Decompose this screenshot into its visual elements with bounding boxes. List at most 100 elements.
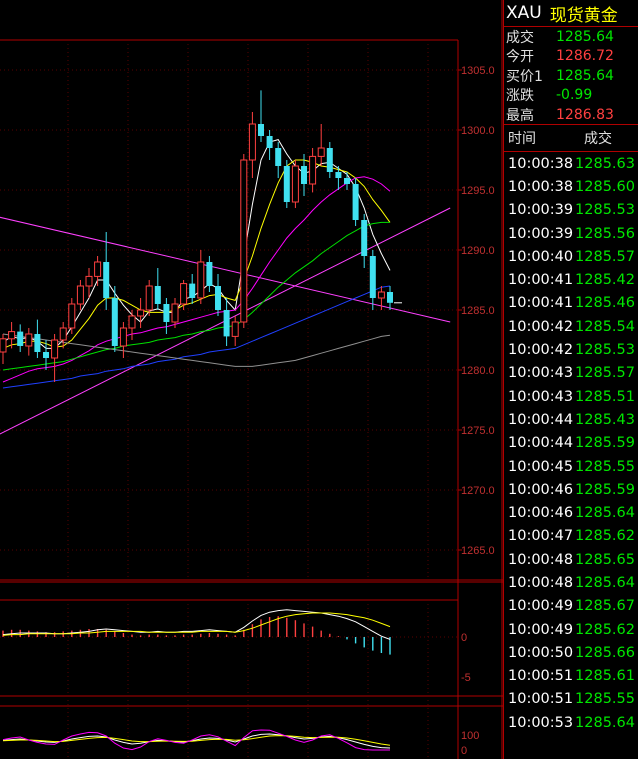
candle-body (111, 298, 118, 346)
candle-body (119, 327, 127, 347)
candle-body (335, 172, 342, 178)
tick-row[interactable]: 10:00:42 1285.54 (504, 315, 638, 338)
tick-row[interactable]: 10:00:51 1285.55 (504, 688, 638, 711)
tick-row[interactable]: 10:00:43 1285.57 (504, 362, 638, 385)
candle-body (25, 333, 33, 347)
candle-body (248, 123, 256, 161)
quote-value: 1286.83 (556, 106, 614, 123)
candle-body (301, 166, 307, 184)
quote-row: 涨跌 -0.99 (504, 86, 638, 106)
quote-row: 买价1 1285.64 (504, 66, 638, 86)
tick-time: 10:00:42 (508, 342, 574, 359)
candle-body (231, 321, 239, 337)
tick-price: 1285.53 (575, 342, 635, 359)
tick-row[interactable]: 10:00:44 1285.43 (504, 408, 638, 431)
candle-body (344, 178, 350, 184)
candle-body (206, 262, 213, 286)
candle-body (275, 148, 282, 166)
candle-body (223, 310, 230, 337)
tick-row[interactable]: 10:00:43 1285.51 (504, 385, 638, 408)
moving-average-line (2, 176, 391, 383)
tick-row[interactable]: 10:00:47 1285.62 (504, 525, 638, 548)
kdj-panel[interactable] (2, 729, 391, 751)
tick-row[interactable]: 10:00:50 1285.66 (504, 641, 638, 664)
candlestick-panel[interactable]: 1303.33 (0, 78, 451, 454)
tick-price: 1285.54 (575, 318, 635, 335)
candle-body (197, 261, 205, 299)
tick-time: 10:00:51 (508, 691, 574, 708)
candle-body (189, 283, 196, 298)
candle-body (361, 220, 368, 256)
tick-time: 10:00:38 (508, 178, 574, 195)
candle-body (8, 331, 16, 340)
tick-time: 10:00:38 (508, 155, 574, 172)
tick-time: 10:00:51 (508, 668, 574, 685)
macd-panel[interactable] (0, 609, 458, 655)
tick-row[interactable]: 10:00:41 1285.42 (504, 268, 638, 291)
kdj-tick-label: 100 (461, 730, 479, 742)
tick-list[interactable]: 10:00:38 1285.63 10:00:38 1285.60 10:00:39 12… (504, 152, 638, 734)
tick-row[interactable]: 10:00:42 1285.53 (504, 338, 638, 361)
tick-row[interactable]: 10:00:40 1285.57 (504, 245, 638, 268)
tick-price: 1285.51 (575, 388, 635, 405)
quote-row: 最高 1286.83 (504, 105, 638, 124)
tick-time: 10:00:40 (508, 248, 574, 265)
macd-line (2, 612, 391, 636)
candle-body (163, 304, 170, 322)
symbol-header: XAU 现货黄金 (504, 0, 638, 27)
candle-body (215, 286, 221, 310)
tick-row[interactable]: 10:00:53 1285.64 (504, 711, 638, 734)
tick-time: 10:00:39 (508, 202, 574, 219)
tick-row[interactable]: 10:00:38 1285.63 (504, 152, 638, 175)
tick-price: 1285.64 (575, 714, 635, 731)
tick-time: 10:00:49 (508, 598, 574, 615)
tick-row[interactable]: 10:00:44 1285.59 (504, 432, 638, 455)
tick-row[interactable]: 10:00:38 1285.60 (504, 175, 638, 198)
quote-value: 1285.64 (556, 28, 614, 45)
quote-sidebar: XAU 现货黄金 成交 1285.64 今开 1286.72 买价1 1285.64 涨跌 -… (503, 0, 638, 759)
chart-canvas[interactable]: 1303.33 1265.01270.01275.01280.01285.012… (0, 0, 503, 759)
tick-price: 1285.55 (575, 691, 635, 708)
candle-body (94, 261, 102, 277)
candle-body (326, 148, 333, 172)
tick-row[interactable]: 10:00:51 1285.61 (504, 665, 638, 688)
tick-price: 1285.59 (575, 481, 635, 498)
tick-time: 10:00:45 (508, 458, 574, 475)
symbol-name: 现货黄金 (549, 5, 618, 26)
tick-row[interactable]: 10:00:45 1285.55 (504, 455, 638, 478)
candle-body (180, 283, 188, 305)
candle-body (137, 309, 145, 317)
tick-row[interactable]: 10:00:48 1285.64 (504, 571, 638, 594)
tick-row[interactable]: 10:00:49 1285.62 (504, 618, 638, 641)
tick-time: 10:00:44 (508, 435, 574, 452)
tick-row[interactable]: 10:00:48 1285.65 (504, 548, 638, 571)
tick-time: 10:00:53 (508, 714, 574, 731)
tick-time: 10:00:49 (508, 621, 574, 638)
y-tick-label: 1285.0 (461, 305, 495, 317)
tick-row[interactable]: 10:00:39 1285.56 (504, 222, 638, 245)
macd-tick-label: 0 (461, 632, 467, 644)
y-tick-label: 1300.0 (461, 125, 495, 137)
tick-time: 10:00:48 (508, 551, 574, 568)
tick-price: 1285.57 (575, 365, 635, 382)
tick-row[interactable]: 10:00:49 1285.67 (504, 595, 638, 618)
tick-time: 10:00:43 (508, 388, 574, 405)
tick-price: 1285.43 (575, 411, 635, 428)
quote-value: -0.99 (556, 87, 593, 104)
macd-tick-label: -5 (461, 672, 471, 684)
candle-body (51, 339, 59, 359)
candle-body (352, 184, 359, 220)
tick-price: 1285.62 (575, 621, 635, 638)
tick-price: 1285.56 (575, 225, 635, 242)
symbol-code: XAU (506, 3, 542, 23)
tick-row[interactable]: 10:00:46 1285.64 (504, 501, 638, 524)
tick-row[interactable]: 10:00:39 1285.53 (504, 199, 638, 222)
tick-time: 10:00:44 (508, 411, 574, 428)
tick-row[interactable]: 10:00:41 1285.46 (504, 292, 638, 315)
tick-time: 10:00:48 (508, 574, 574, 591)
y-tick-label: 1265.0 (461, 545, 495, 557)
tick-row[interactable]: 10:00:46 1285.59 (504, 478, 638, 501)
y-tick-label: 1290.0 (461, 245, 495, 257)
tick-price: 1285.63 (575, 155, 635, 172)
tick-price: 1285.64 (575, 505, 635, 522)
